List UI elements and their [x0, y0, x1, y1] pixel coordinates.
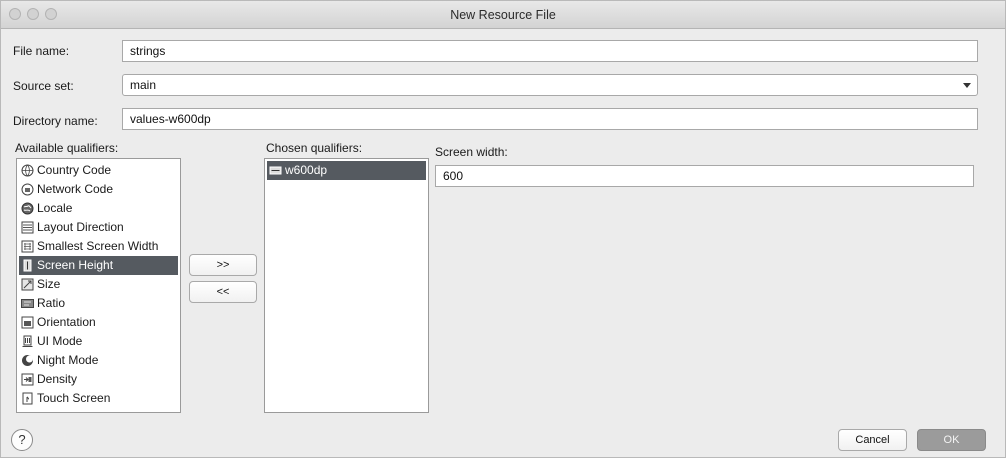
screen-width-label: Screen width:: [435, 145, 508, 159]
list-item-label: Touch Screen: [37, 391, 111, 405]
list-item-label: w600dp: [285, 163, 328, 177]
list-item-network-code[interactable]: Network Code: [19, 180, 178, 199]
list-item-label: Size: [37, 277, 61, 291]
list-item-label: Layout Direction: [37, 220, 124, 234]
window-title: New Resource File: [450, 8, 556, 22]
list-item-touch-screen[interactable]: Touch Screen: [19, 389, 178, 408]
source-set-value: main: [130, 78, 157, 92]
list-item-label: Screen Height: [37, 258, 114, 272]
chosen-qualifiers-list[interactable]: w600dp: [264, 158, 429, 413]
chevron-down-icon: [963, 83, 971, 88]
list-item-label: Country Code: [37, 163, 112, 177]
list-item-night-mode[interactable]: Night Mode: [19, 351, 178, 370]
orientation-icon: [21, 316, 34, 329]
file-name-input[interactable]: strings: [122, 40, 978, 62]
title-bar: New Resource File: [1, 1, 1005, 29]
list-item-country-code[interactable]: Country Code: [19, 161, 178, 180]
source-set-select[interactable]: main: [122, 74, 978, 96]
file-name-label: File name:: [13, 44, 70, 58]
list-item-label: Night Mode: [37, 353, 99, 367]
list-item-label: Locale: [37, 201, 73, 215]
list-item-ratio[interactable]: Ratio: [19, 294, 178, 313]
list-item-label: UI Mode: [37, 334, 83, 348]
screen-width-icon: [269, 166, 282, 175]
available-qualifiers-list[interactable]: Country Code Network Code Locale Layout …: [16, 158, 181, 413]
add-qualifier-button[interactable]: >>: [189, 254, 257, 276]
globe-icon: [21, 164, 34, 177]
screen-height-icon: [23, 259, 32, 272]
list-item-label: Orientation: [37, 315, 96, 329]
list-item-smallest-screen-width[interactable]: Smallest Screen Width: [19, 237, 178, 256]
keyboard-icon: [21, 411, 34, 413]
help-button[interactable]: ?: [11, 429, 33, 451]
list-item-orientation[interactable]: Orientation: [19, 313, 178, 332]
new-resource-file-dialog: New Resource File File name: strings Sou…: [0, 0, 1006, 458]
list-item-density[interactable]: Density: [19, 370, 178, 389]
list-item-label: Density: [37, 372, 78, 386]
list-item-w600dp[interactable]: w600dp: [267, 161, 426, 180]
network-icon: [21, 183, 34, 196]
ratio-icon: [21, 299, 34, 308]
size-icon: [21, 278, 34, 291]
chosen-qualifiers-label: Chosen qualifiers:: [266, 141, 363, 155]
remove-qualifier-button[interactable]: <<: [189, 281, 257, 303]
list-item-label: Network Code: [37, 182, 114, 196]
cancel-button[interactable]: Cancel: [838, 429, 907, 451]
ui-mode-icon: [22, 335, 33, 347]
screen-width-input[interactable]: 600: [435, 165, 974, 187]
list-item-partial: [19, 408, 178, 413]
list-item-label: Smallest Screen Width: [37, 239, 159, 253]
layout-direction-icon: [21, 221, 34, 234]
list-item-layout-direction[interactable]: Layout Direction: [19, 218, 178, 237]
list-item-locale[interactable]: Locale: [19, 199, 178, 218]
night-mode-icon: [22, 355, 33, 366]
list-item-size[interactable]: Size: [19, 275, 178, 294]
smallest-screen-width-icon: [21, 240, 34, 253]
directory-name-label: Directory name:: [13, 114, 98, 128]
ok-button[interactable]: OK: [917, 429, 986, 451]
touch-screen-icon: [22, 392, 33, 405]
list-item-screen-height[interactable]: Screen Height: [19, 256, 178, 275]
density-icon: [21, 373, 34, 386]
available-qualifiers-label: Available qualifiers:: [15, 141, 119, 155]
list-item-ui-mode[interactable]: UI Mode: [19, 332, 178, 351]
source-set-label: Source set:: [13, 79, 74, 93]
locale-icon: [21, 202, 34, 215]
directory-name-input[interactable]: values-w600dp: [122, 108, 978, 130]
list-item-label: Ratio: [37, 296, 66, 310]
